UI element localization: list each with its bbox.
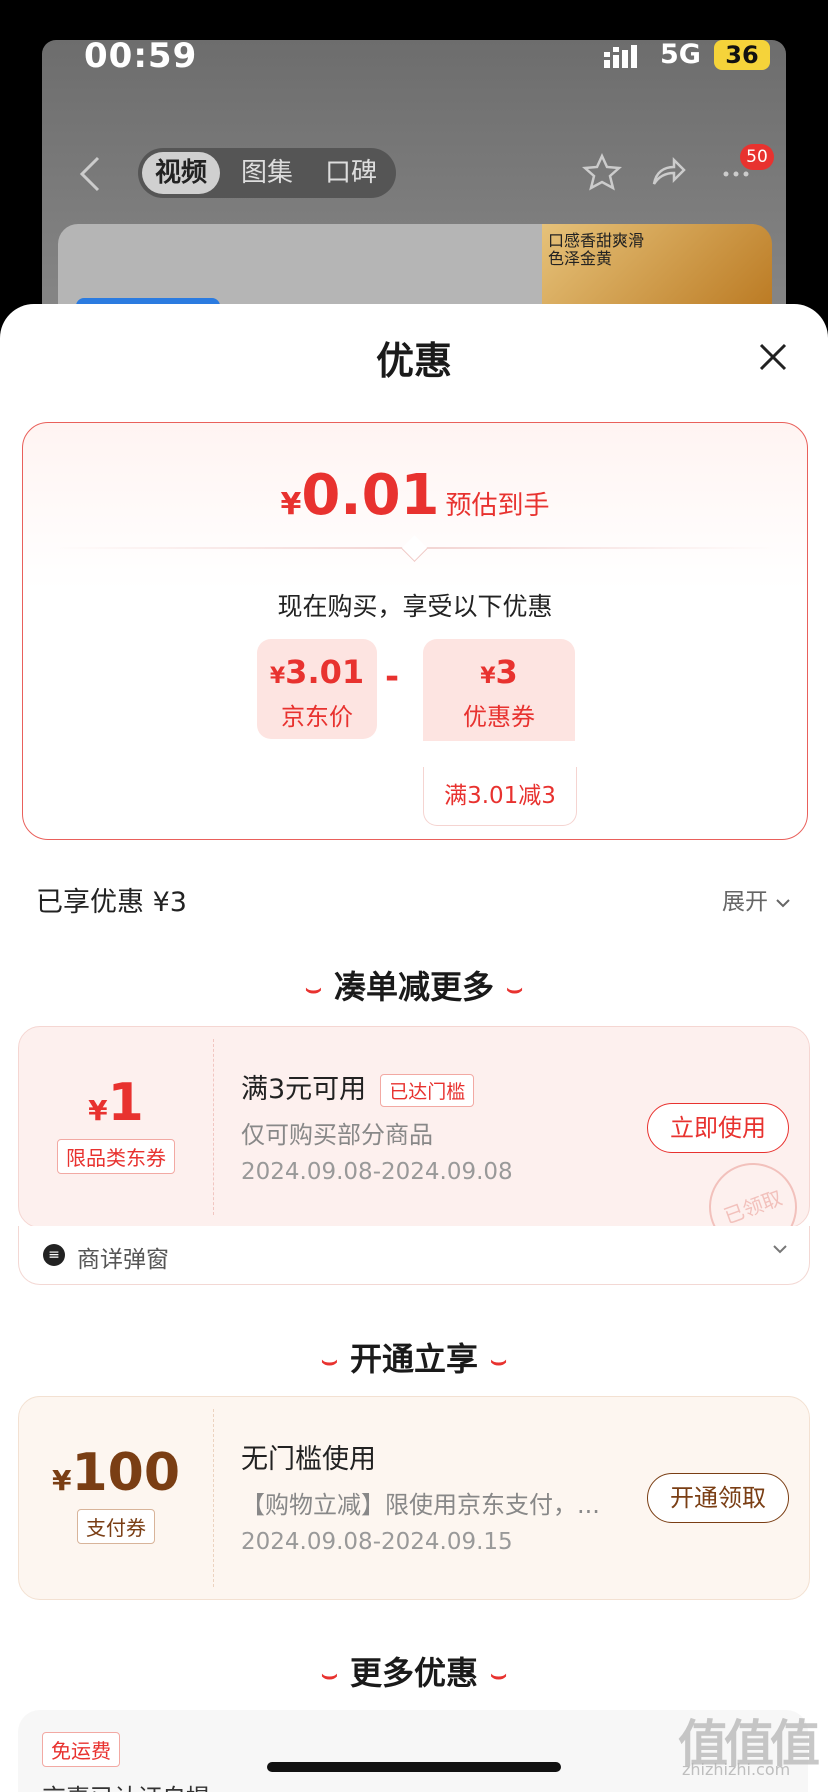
coupon-title: 无门槛使用	[241, 1444, 376, 1475]
section-open-heading: ⌣ 开通立享 ⌣	[0, 1334, 828, 1380]
divider-notch	[401, 535, 428, 562]
coupon-type-tag: 限品类东券	[57, 1139, 175, 1174]
use-now-button[interactable]: 立即使用	[647, 1103, 789, 1153]
minus-sign: -	[385, 657, 400, 697]
chevron-down-icon	[776, 899, 791, 908]
estimated-label: 预估到手	[445, 491, 550, 521]
network-type: 5G	[660, 39, 701, 70]
coupon-currency: ¥	[480, 664, 496, 689]
signal-icon	[604, 45, 637, 68]
top-navigation: 视频 图集 口碑 50	[0, 144, 828, 204]
coupon-value: 3	[495, 653, 518, 691]
tab-gallery[interactable]: 图集	[228, 152, 306, 194]
enjoyed-discount: 已享优惠 ¥3	[36, 887, 187, 918]
jd-price-value: 3.01	[285, 653, 365, 691]
home-indicator[interactable]	[267, 1762, 561, 1772]
battery-indicator: 36	[714, 40, 770, 70]
coupon-label: 优惠券	[463, 703, 535, 731]
coupon-description: 仅可购买部分商品	[241, 1121, 433, 1149]
coupon-validity: 2024.09.08-2024.09.15	[241, 1529, 513, 1555]
watermark-url: zhizhizhi.com	[682, 1760, 791, 1779]
coupon-value-area: ¥1 限品类东券	[19, 1027, 213, 1174]
coupon-card-payment: ¥100 支付券 无门槛使用 【购物立减】限使用京东支付，... 2024.09…	[18, 1396, 810, 1600]
more-offer-text: 京喜已认证自提	[42, 1778, 210, 1792]
buy-now-text: 现在购买，享受以下优惠	[277, 592, 553, 621]
price-currency: ¥	[269, 664, 286, 689]
coupon-card-dongquan: ¥1 限品类东券 满3元可用 已达门槛 仅可购买部分商品 2024.09.08-2…	[18, 1026, 810, 1228]
smile-icon: ⌣	[320, 1659, 338, 1690]
coupon-condition: 满3元可用 已达门槛	[241, 1067, 475, 1107]
coupon-currency: ¥	[51, 1464, 72, 1497]
status-time: 00:59	[84, 36, 198, 76]
coupon-price-box: ¥3 优惠券	[423, 639, 575, 741]
back-arrow-icon[interactable]	[78, 154, 102, 194]
ticket-icon: ≡	[43, 1244, 65, 1266]
section-more-title: 更多优惠	[349, 1654, 478, 1692]
expand-button[interactable]: 展开	[722, 882, 791, 916]
detail-popup-row[interactable]: ≡ 商详弹窗	[18, 1226, 810, 1285]
coupon-validity: 2024.09.08-2024.09.08	[241, 1159, 513, 1185]
coupon-value-area: ¥100 支付券	[19, 1397, 213, 1544]
star-icon[interactable]	[582, 152, 622, 192]
coupon-type-tag: 支付券	[77, 1509, 155, 1544]
estimated-amount: 0.01	[301, 463, 440, 528]
tab-video[interactable]: 视频	[142, 152, 220, 194]
smile-icon: ⌣	[490, 1345, 508, 1376]
smile-icon: ⌣	[490, 1659, 508, 1690]
coupon-amount: 100	[71, 1443, 181, 1503]
threshold-reached-badge: 已达门槛	[380, 1074, 475, 1107]
tab-reviews[interactable]: 口碑	[312, 152, 390, 194]
share-icon[interactable]	[648, 152, 688, 192]
popup-label: 商详弹窗	[77, 1247, 169, 1273]
discount-sheet: 优惠 ¥0.01 预估到手 现在购买，享受以下优惠 ¥3.01 京东价 - ¥3 …	[0, 304, 828, 1792]
section-combine-heading: ⌣ 凑单减更多 ⌣	[0, 962, 828, 1008]
background-image-caption: 口感香甜爽滑 色泽金黄	[548, 231, 645, 268]
smile-icon: ⌣	[304, 973, 322, 1004]
jd-price-box: ¥3.01 京东价	[257, 639, 377, 739]
notification-badge: 50	[740, 144, 774, 170]
coupon-title: 满3元可用	[241, 1074, 367, 1105]
status-bar: 00:59 5G 36	[0, 36, 828, 76]
section-more-heading: ⌣ 更多优惠 ⌣	[0, 1648, 828, 1694]
coupon-amount: 1	[107, 1073, 144, 1133]
claimed-stamp: 已领取	[696, 1150, 809, 1227]
dashed-divider	[213, 1039, 214, 1215]
expand-label: 展开	[722, 889, 768, 915]
currency-symbol: ¥	[280, 487, 302, 522]
chevron-down-icon	[773, 1245, 787, 1254]
section-combine-title: 凑单减更多	[333, 968, 494, 1006]
coupon-currency: ¥	[88, 1094, 108, 1127]
price-summary-card: ¥0.01 预估到手 现在购买，享受以下优惠 ¥3.01 京东价 - ¥3 优惠券…	[22, 422, 808, 840]
jd-price-label: 京东价	[281, 703, 353, 731]
coupon-description: 【购物立减】限使用京东支付，...	[241, 1491, 600, 1519]
smile-icon: ⌣	[506, 973, 524, 1004]
close-icon[interactable]	[756, 340, 790, 374]
sheet-title: 优惠	[375, 339, 452, 383]
content-type-switcher: 视频 图集 口碑	[138, 148, 396, 198]
smile-icon: ⌣	[320, 1345, 338, 1376]
free-shipping-tag: 免运费	[42, 1732, 120, 1767]
section-open-title: 开通立享	[349, 1340, 478, 1378]
coupon-rule: 满3.01减3	[423, 767, 577, 826]
dashed-divider	[213, 1409, 214, 1587]
estimated-price: ¥0.01 预估到手	[23, 463, 807, 528]
activate-claim-button[interactable]: 开通领取	[647, 1473, 789, 1523]
